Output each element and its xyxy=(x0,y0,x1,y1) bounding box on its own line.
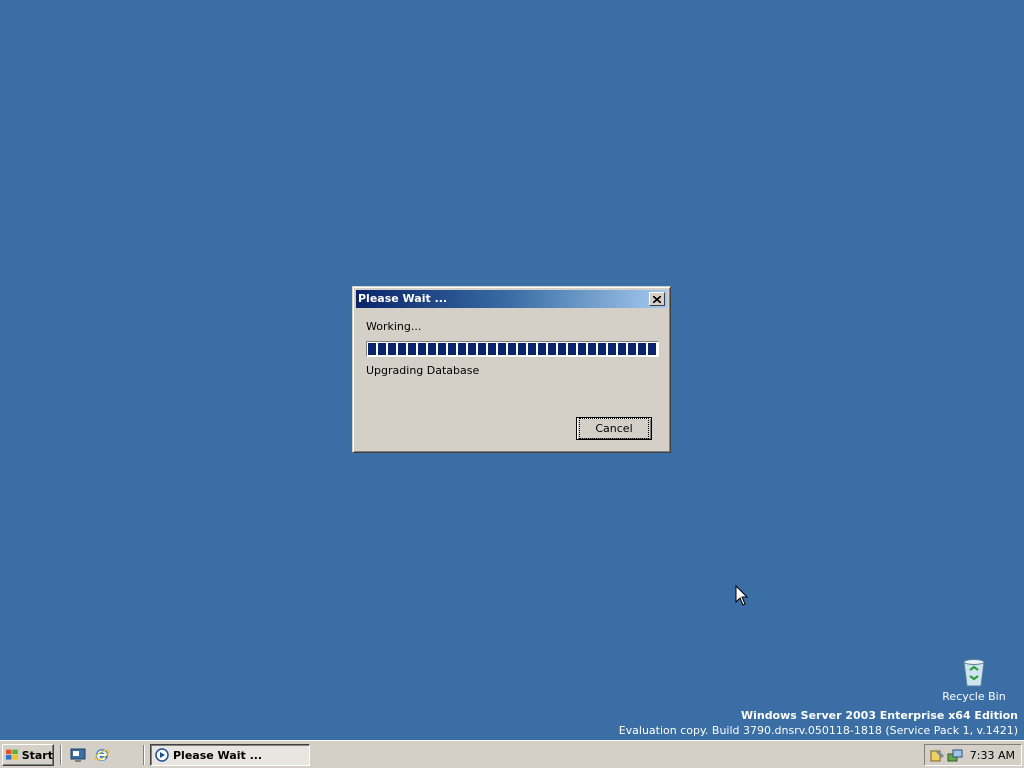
build-text: Evaluation copy. Build 3790.dnsrv.050118… xyxy=(618,724,1018,737)
taskbar-button-label: Please Wait ... xyxy=(173,748,263,762)
start-label: Start xyxy=(21,748,53,762)
system-tray: 7:33 AM xyxy=(924,744,1022,766)
show-desktop-icon[interactable] xyxy=(70,747,86,763)
taskbar-button-please-wait[interactable]: Please Wait ... xyxy=(150,744,310,766)
tray-network-icon[interactable] xyxy=(947,748,963,764)
dialog-title: Please Wait ... xyxy=(358,292,448,305)
tray-tools-icon[interactable] xyxy=(929,748,945,764)
close-button[interactable] xyxy=(649,292,665,306)
status-label: Upgrading Database xyxy=(366,364,480,377)
recycle-bin-icon xyxy=(963,659,985,687)
cancel-button[interactable]: Cancel xyxy=(576,417,652,440)
progress-bar xyxy=(366,341,659,357)
windows-logo-icon xyxy=(6,749,18,760)
cancel-button-label: Cancel xyxy=(579,418,649,439)
start-button[interactable]: Start xyxy=(2,744,54,766)
mouse-pointer-icon xyxy=(735,585,748,606)
clock[interactable]: 7:33 AM xyxy=(970,749,1015,762)
app-icon xyxy=(155,748,169,762)
progress-fill xyxy=(368,343,657,355)
edition-text: Windows Server 2003 Enterprise x64 Editi… xyxy=(740,709,1018,722)
working-label: Working... xyxy=(366,320,422,333)
desktop: Please Wait ... Working... Upgrading Dat… xyxy=(0,0,1024,740)
recycle-bin-label: Recycle Bin xyxy=(942,690,1006,703)
internet-explorer-icon[interactable] xyxy=(94,747,110,763)
please-wait-dialog: Please Wait ... Working... Upgrading Dat… xyxy=(352,286,671,453)
taskbar-separator xyxy=(60,745,62,765)
dialog-titlebar[interactable]: Please Wait ... xyxy=(356,290,667,308)
close-icon xyxy=(653,295,661,303)
recycle-bin[interactable]: Recycle Bin xyxy=(940,656,1008,703)
taskbar: Start Please Wait ... 7:33 AM xyxy=(0,740,1024,768)
taskbar-separator xyxy=(143,745,145,765)
